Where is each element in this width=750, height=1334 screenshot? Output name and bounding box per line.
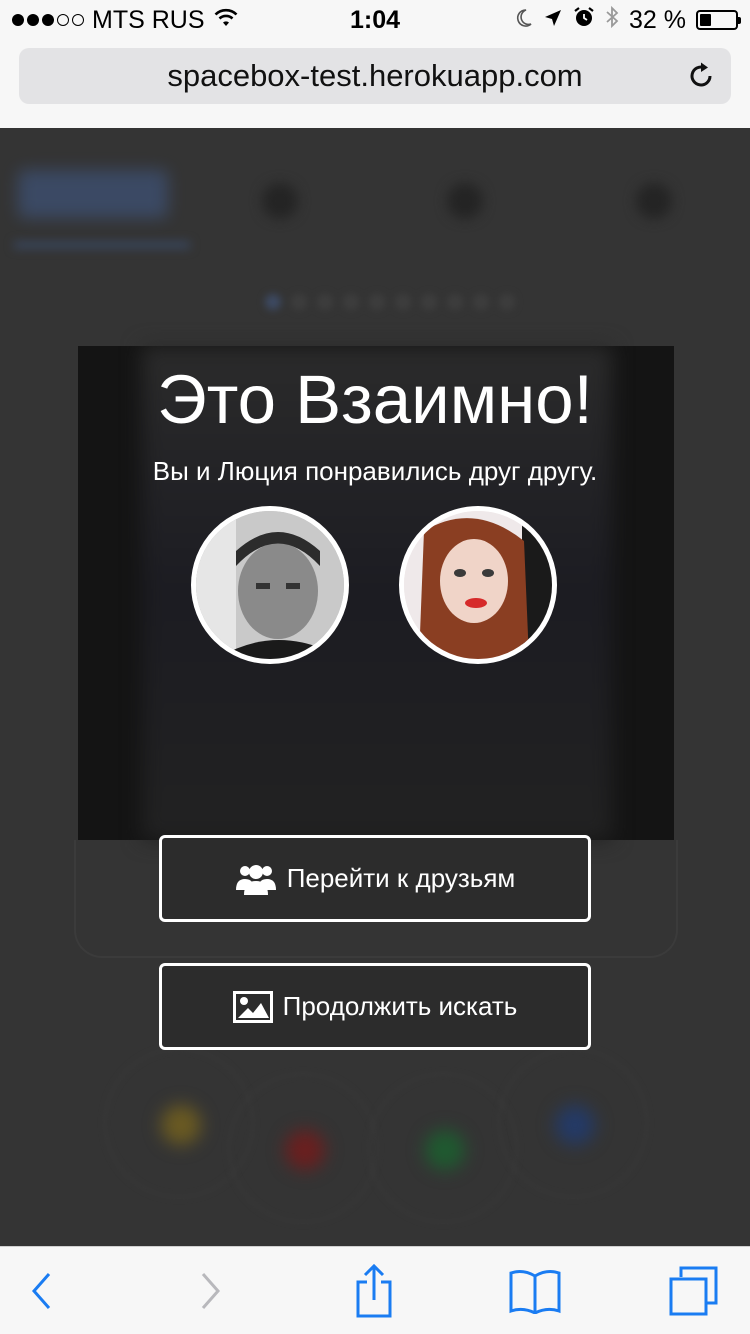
continue-searching-button[interactable]: Продолжить искать	[159, 963, 591, 1050]
browser-toolbar	[0, 1246, 750, 1334]
image-icon	[232, 990, 273, 1023]
background-nav-icon	[262, 183, 298, 219]
url-text: spacebox-test.herokuapp.com	[167, 58, 583, 93]
chevron-right-icon[interactable]	[180, 1261, 240, 1321]
alarm-clock-icon	[573, 6, 595, 35]
reload-icon[interactable]	[685, 60, 717, 92]
background-nav-icon	[636, 183, 672, 219]
battery-icon	[696, 10, 741, 30]
status-right: 32 %	[515, 0, 741, 40]
location-arrow-icon	[543, 6, 563, 35]
background-page	[0, 128, 750, 1246]
match-subtitle: Вы и Люция понравились друг другу.	[152, 456, 598, 486]
background-pager-dots	[265, 294, 515, 310]
battery-percent: 32 %	[629, 5, 686, 34]
book-icon[interactable]	[505, 1261, 565, 1321]
background-action-circle	[368, 1073, 518, 1223]
continue-searching-label: Продолжить искать	[282, 991, 518, 1021]
background-divider	[14, 242, 190, 248]
background-nav-icon	[447, 183, 483, 219]
share-icon[interactable]	[344, 1261, 404, 1321]
background-logo	[18, 170, 168, 218]
address-bar[interactable]: spacebox-test.herokuapp.com	[19, 48, 731, 104]
match-title: Это Взаимно!	[157, 361, 593, 438]
go-to-friends-label: Перейти к друзьям	[286, 863, 516, 893]
bluetooth-icon	[605, 5, 619, 36]
avatar-user	[191, 506, 349, 664]
status-bar: MTS RUS 1:04 32 %	[0, 0, 750, 40]
tabs-icon[interactable]	[663, 1261, 723, 1321]
background-action-circle	[498, 1048, 648, 1198]
users-group-icon	[235, 862, 277, 896]
browser-address-area: spacebox-test.herokuapp.com	[0, 40, 750, 128]
go-to-friends-button[interactable]: Перейти к друзьям	[159, 835, 591, 922]
chevron-left-icon[interactable]	[12, 1261, 72, 1321]
background-action-circle	[228, 1073, 378, 1223]
avatar-match	[399, 506, 557, 664]
battery-level	[700, 14, 711, 26]
do-not-disturb-moon-icon	[515, 6, 533, 35]
